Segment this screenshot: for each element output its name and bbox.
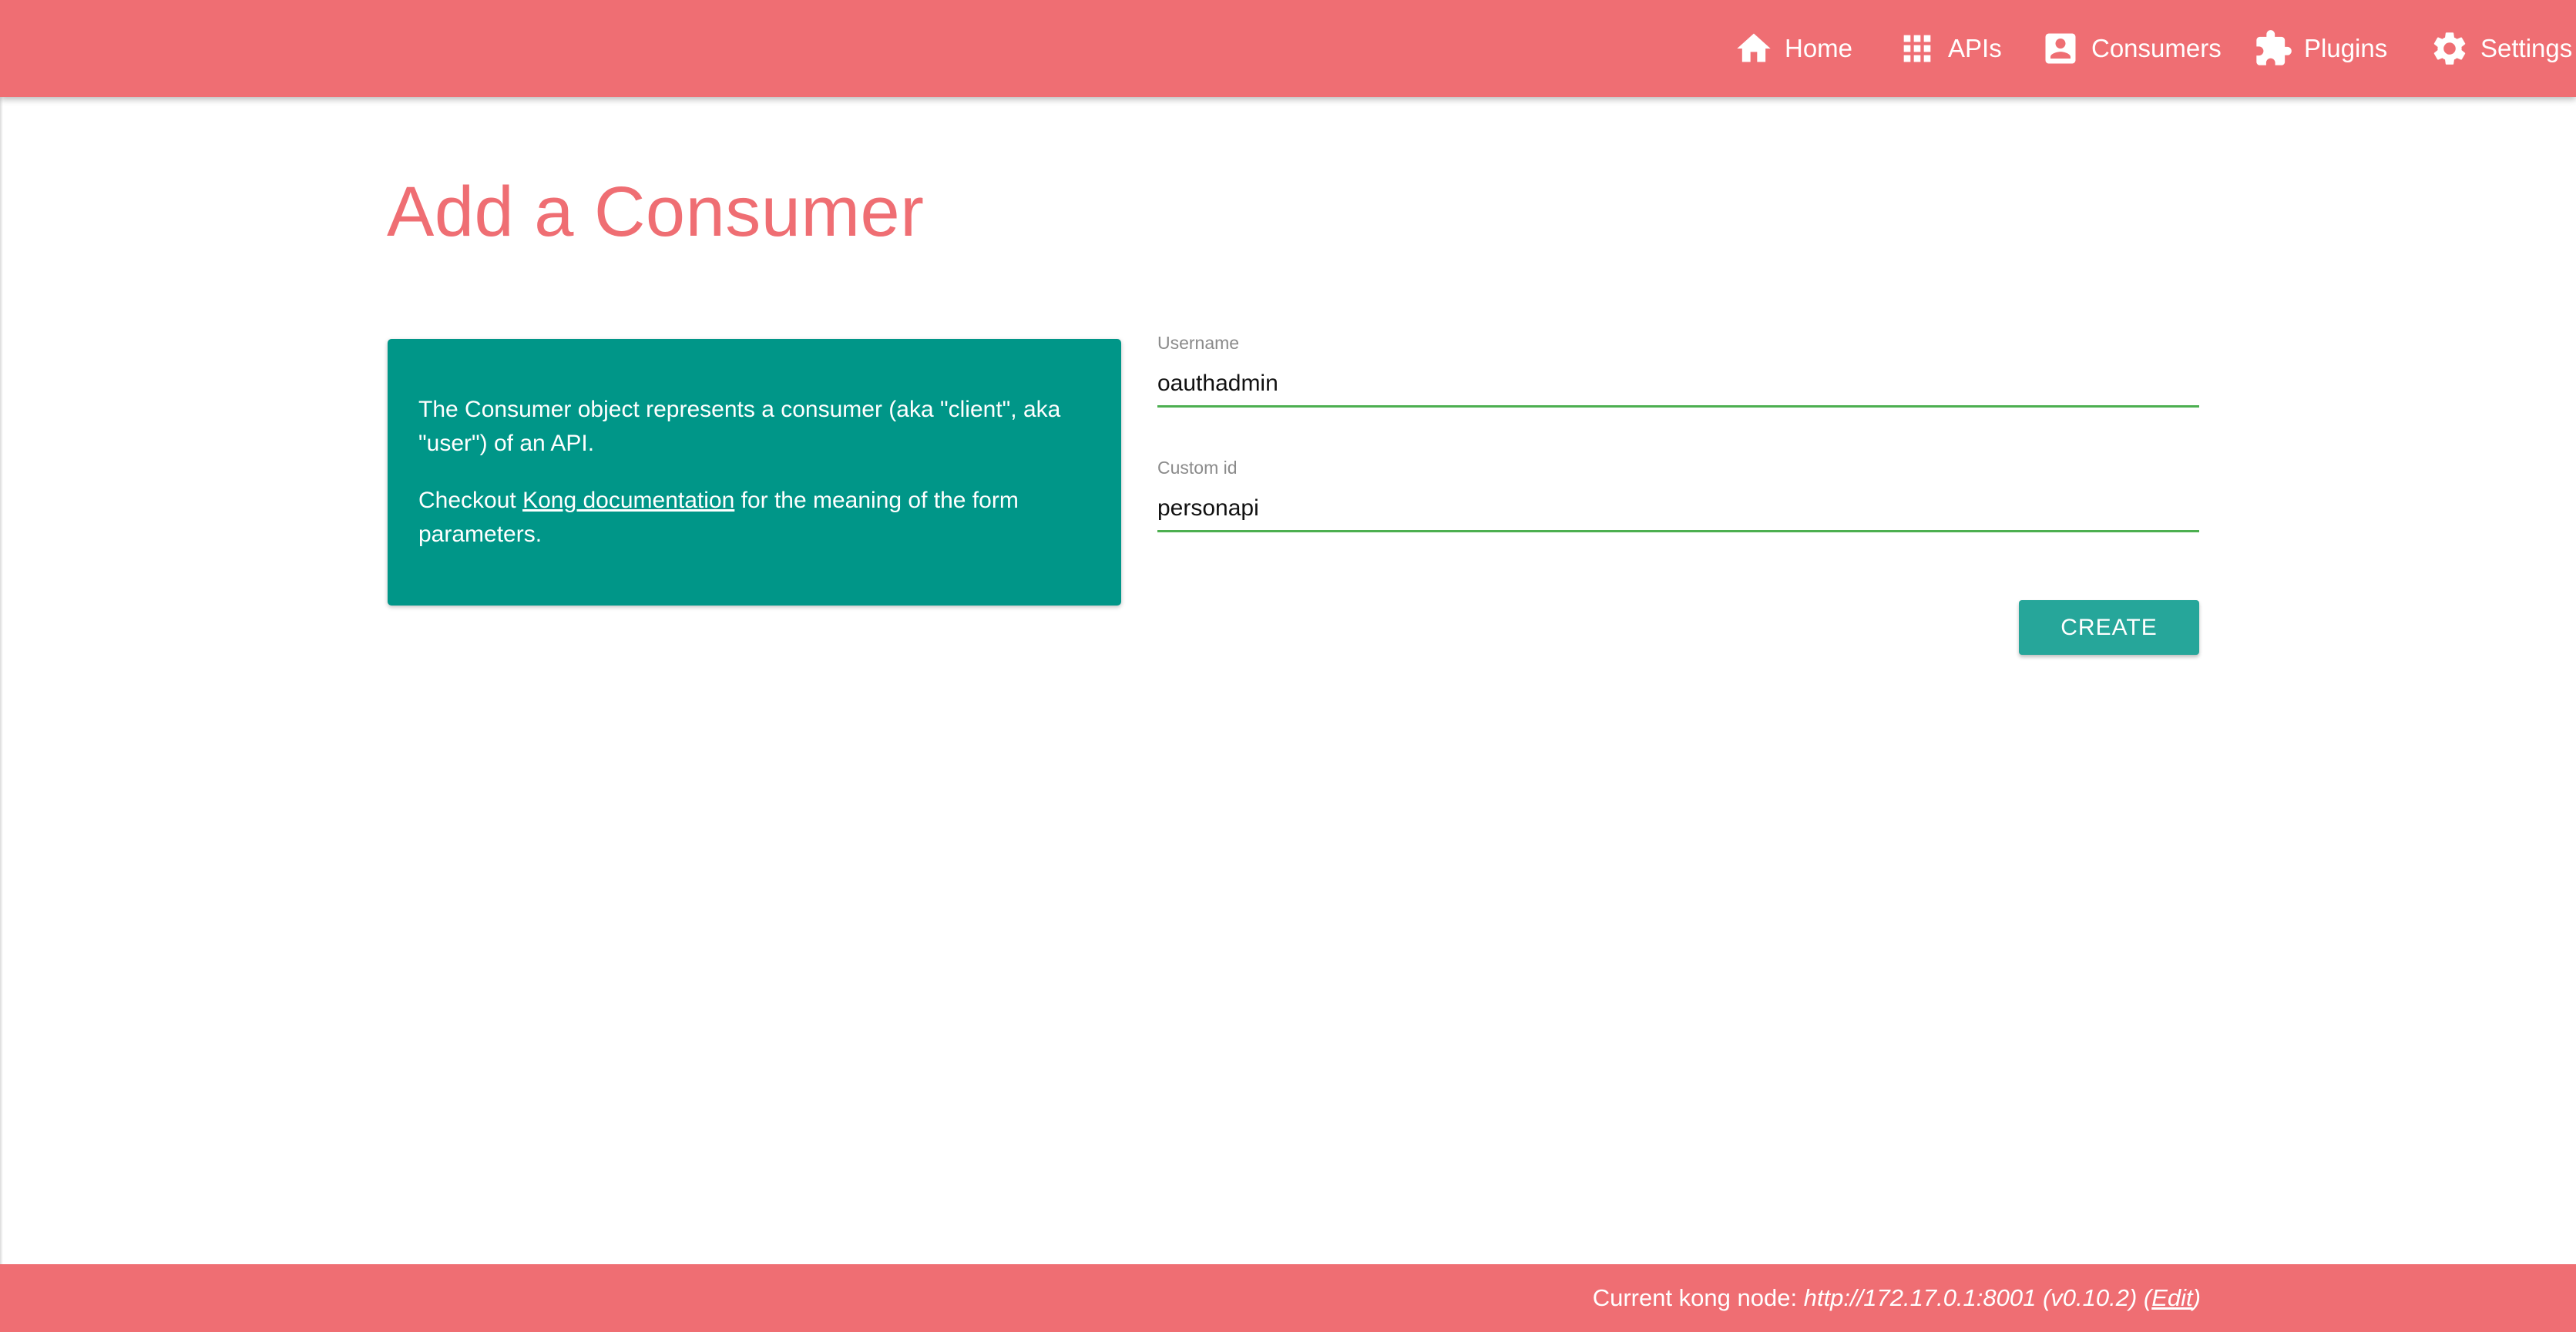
kong-documentation-link[interactable]: Kong documentation bbox=[522, 488, 734, 513]
footer: Current kong node: http://172.17.0.1:800… bbox=[0, 1264, 2576, 1332]
grid-icon bbox=[1903, 35, 1931, 62]
info-description: The Consumer object represents a consume… bbox=[418, 397, 1061, 456]
left-edge-shadow bbox=[0, 97, 3, 1264]
custom-id-label: Custom id bbox=[1157, 458, 1238, 478]
info-checkout: Checkout Kong documentation for the mean… bbox=[418, 484, 1090, 552]
home-icon bbox=[1737, 33, 1771, 62]
username-input[interactable] bbox=[1157, 362, 2199, 408]
page-title: Add a Consumer bbox=[387, 173, 925, 251]
nav-home[interactable]: Home bbox=[1734, 0, 1852, 97]
nav-settings[interactable]: Settings bbox=[2430, 0, 2572, 97]
nav-home-label: Home bbox=[1785, 34, 1853, 62]
custom-id-input[interactable] bbox=[1157, 487, 2199, 532]
nav-consumers-label: Consumers bbox=[2091, 34, 2222, 62]
kong-node-status: Current kong node: http://172.17.0.1:800… bbox=[1593, 1264, 2201, 1332]
info-card: The Consumer object represents a consume… bbox=[388, 339, 1121, 606]
username-label: Username bbox=[1157, 333, 1240, 353]
footer-prefix: Current kong node: bbox=[1592, 1284, 1804, 1311]
top-navbar: Home APIs Consumers Plugins Settings bbox=[0, 0, 2576, 97]
account-box-icon bbox=[2045, 33, 2076, 64]
nav-apis-label: APIs bbox=[1948, 34, 2002, 62]
nav-consumers[interactable]: Consumers bbox=[2040, 0, 2222, 97]
edit-node-link[interactable]: Edit bbox=[2151, 1284, 2192, 1311]
nav-apis[interactable]: APIs bbox=[1897, 0, 2002, 97]
gear-icon bbox=[2433, 32, 2466, 65]
nav-plugins[interactable]: Plugins bbox=[2253, 0, 2387, 97]
info-checkout-prefix: Checkout bbox=[418, 488, 523, 513]
create-button[interactable]: CREATE bbox=[2019, 600, 2199, 655]
footer-edit-close: ) bbox=[2192, 1284, 2201, 1311]
nav-plugins-label: Plugins bbox=[2304, 34, 2388, 62]
nav-settings-label: Settings bbox=[2480, 34, 2573, 62]
kong-node-url: http://172.17.0.1:8001 (v0.10.2) bbox=[1803, 1284, 2138, 1311]
footer-edit-open: ( bbox=[2137, 1284, 2152, 1311]
puzzle-icon bbox=[2256, 30, 2292, 65]
